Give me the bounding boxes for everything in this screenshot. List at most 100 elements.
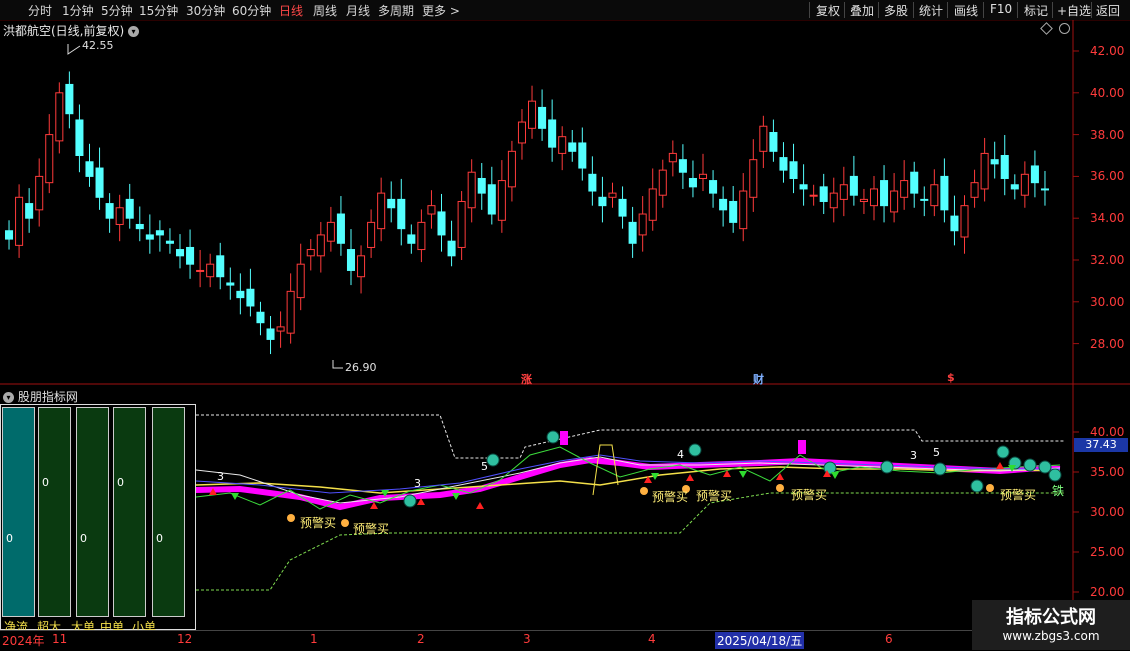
period-tab-multi[interactable]: 多周期 — [378, 2, 414, 19]
period-tab-1min[interactable]: 1分钟 — [62, 2, 94, 19]
sell-arrow-icon — [831, 472, 839, 479]
candle-body — [407, 234, 416, 244]
period-tab-15min[interactable]: 15分钟 — [139, 2, 178, 19]
flow-bar-medium: 0 — [113, 407, 146, 617]
toolbar-divider — [1052, 2, 1053, 18]
flow-bar-small: 0 — [152, 407, 185, 617]
overlay-button[interactable]: 叠加 — [850, 2, 874, 19]
f10-button[interactable]: F10 — [990, 2, 1012, 16]
stock-title-text: 洪都航空(日线,前复权) — [3, 24, 125, 38]
flow-value: 0 — [6, 532, 13, 545]
candle-body — [447, 240, 456, 257]
candle-body — [719, 198, 728, 211]
circle-icon[interactable] — [1059, 23, 1070, 34]
chart-title: 洪都航空(日线,前复权) ▾ — [3, 22, 140, 39]
candle-body — [849, 175, 858, 196]
candle-body — [658, 169, 667, 196]
candle-body — [105, 203, 114, 219]
candle-body — [880, 180, 889, 207]
candle-body — [568, 142, 577, 152]
current-value-badge: 37.43 — [1074, 438, 1128, 452]
candle-body — [528, 100, 537, 129]
candle-body — [709, 180, 718, 194]
period-tab-weekly[interactable]: 周线 — [313, 2, 337, 19]
period-tab-intraday[interactable]: 分时 — [28, 2, 52, 19]
signal-circle-icon — [970, 479, 984, 493]
candle-body — [165, 240, 174, 244]
signal-label: 预警买 — [353, 522, 390, 536]
candle-body — [196, 269, 205, 272]
candle-body — [175, 249, 185, 257]
flow-value: 0 — [156, 532, 163, 545]
candle-body — [779, 157, 788, 171]
month-tick: 11 — [52, 632, 68, 646]
candle-body — [869, 188, 879, 207]
candle-body — [618, 198, 627, 217]
candle-body — [980, 152, 989, 190]
period-tab-5min[interactable]: 5分钟 — [101, 2, 133, 19]
candle-body — [346, 249, 356, 271]
period-toolbar: 分时 1分钟 5分钟 15分钟 30分钟 60分钟 日线 周线 月线 多周期 更… — [0, 0, 1130, 21]
signal-circle-icon — [546, 430, 560, 444]
wave-count: 3 — [414, 477, 421, 490]
candle-body — [286, 290, 295, 334]
mark-button[interactable]: 标记 — [1024, 2, 1048, 19]
candle-body — [829, 192, 838, 209]
candle-body — [668, 152, 677, 163]
candle-body — [417, 221, 426, 251]
candle-body — [1030, 165, 1039, 184]
candlestick-chart[interactable] — [0, 20, 1130, 385]
back-button[interactable]: 返回 — [1096, 2, 1120, 19]
candle-body — [457, 200, 466, 248]
toolbar-divider — [983, 2, 984, 18]
statistics-button[interactable]: 统计 — [919, 2, 943, 19]
candle-body — [256, 311, 265, 324]
candle-body — [326, 221, 335, 242]
flow-value: 0 — [80, 532, 87, 545]
toolbar-divider — [947, 2, 948, 18]
period-tab-daily[interactable]: 日线 — [279, 2, 303, 19]
period-tab-30min[interactable]: 30分钟 — [186, 2, 225, 19]
time-axis[interactable]: 2024年 11 12 1 2 3 4 2025/04/18/五 6 — [0, 630, 1130, 651]
signal-circle-icon — [1023, 458, 1037, 472]
candle-body — [95, 167, 104, 198]
period-tab-more[interactable]: 更多 > — [422, 2, 460, 19]
candle-body — [729, 200, 738, 223]
buy-arrow-icon — [776, 473, 784, 480]
fund-flow-panel: 0 0 0 0 0 净流 超大 大单 中单 小单 — [0, 404, 196, 634]
buy-arrow-icon — [996, 462, 1004, 469]
candle-body — [367, 221, 376, 248]
high-price-mark: 42.55 — [82, 39, 114, 52]
draw-line-button[interactable]: 画线 — [954, 2, 978, 19]
restore-rights-button[interactable]: 复权 — [816, 2, 840, 19]
candle-body — [608, 192, 617, 198]
candle-body — [437, 211, 446, 236]
candle-body — [799, 184, 808, 190]
indicator-axis-label: 35.00 — [1090, 465, 1125, 479]
candle-body — [538, 106, 547, 129]
signal-circle-icon — [403, 494, 417, 508]
wave-count: 3 — [217, 470, 224, 483]
add-watchlist-button[interactable]: +自选 — [1057, 2, 1091, 19]
signal-circle-icon — [688, 443, 702, 457]
multi-stock-button[interactable]: 多股 — [884, 2, 908, 19]
indicator-axis-label: 40.00 — [1090, 425, 1125, 439]
period-tab-60min[interactable]: 60分钟 — [232, 2, 271, 19]
event-marker-dollar[interactable]: $ — [947, 371, 955, 384]
signal-circle-icon — [1048, 468, 1062, 482]
candle-body — [55, 92, 64, 142]
signal-circle-icon — [933, 462, 947, 476]
candle-body — [970, 182, 979, 198]
candle-body — [749, 159, 758, 198]
flag-marker — [798, 440, 806, 454]
price-axis-label: 38.00 — [1090, 128, 1125, 142]
candle-body — [688, 177, 697, 188]
high-marker-line — [67, 44, 81, 55]
candle-body — [477, 177, 486, 194]
candle-body — [377, 192, 386, 230]
candle-body — [306, 249, 315, 257]
chevron-down-icon[interactable]: ▾ — [128, 26, 140, 37]
period-tab-monthly[interactable]: 月线 — [346, 2, 370, 19]
low-marker-line — [332, 360, 343, 369]
candle-body — [900, 180, 909, 198]
